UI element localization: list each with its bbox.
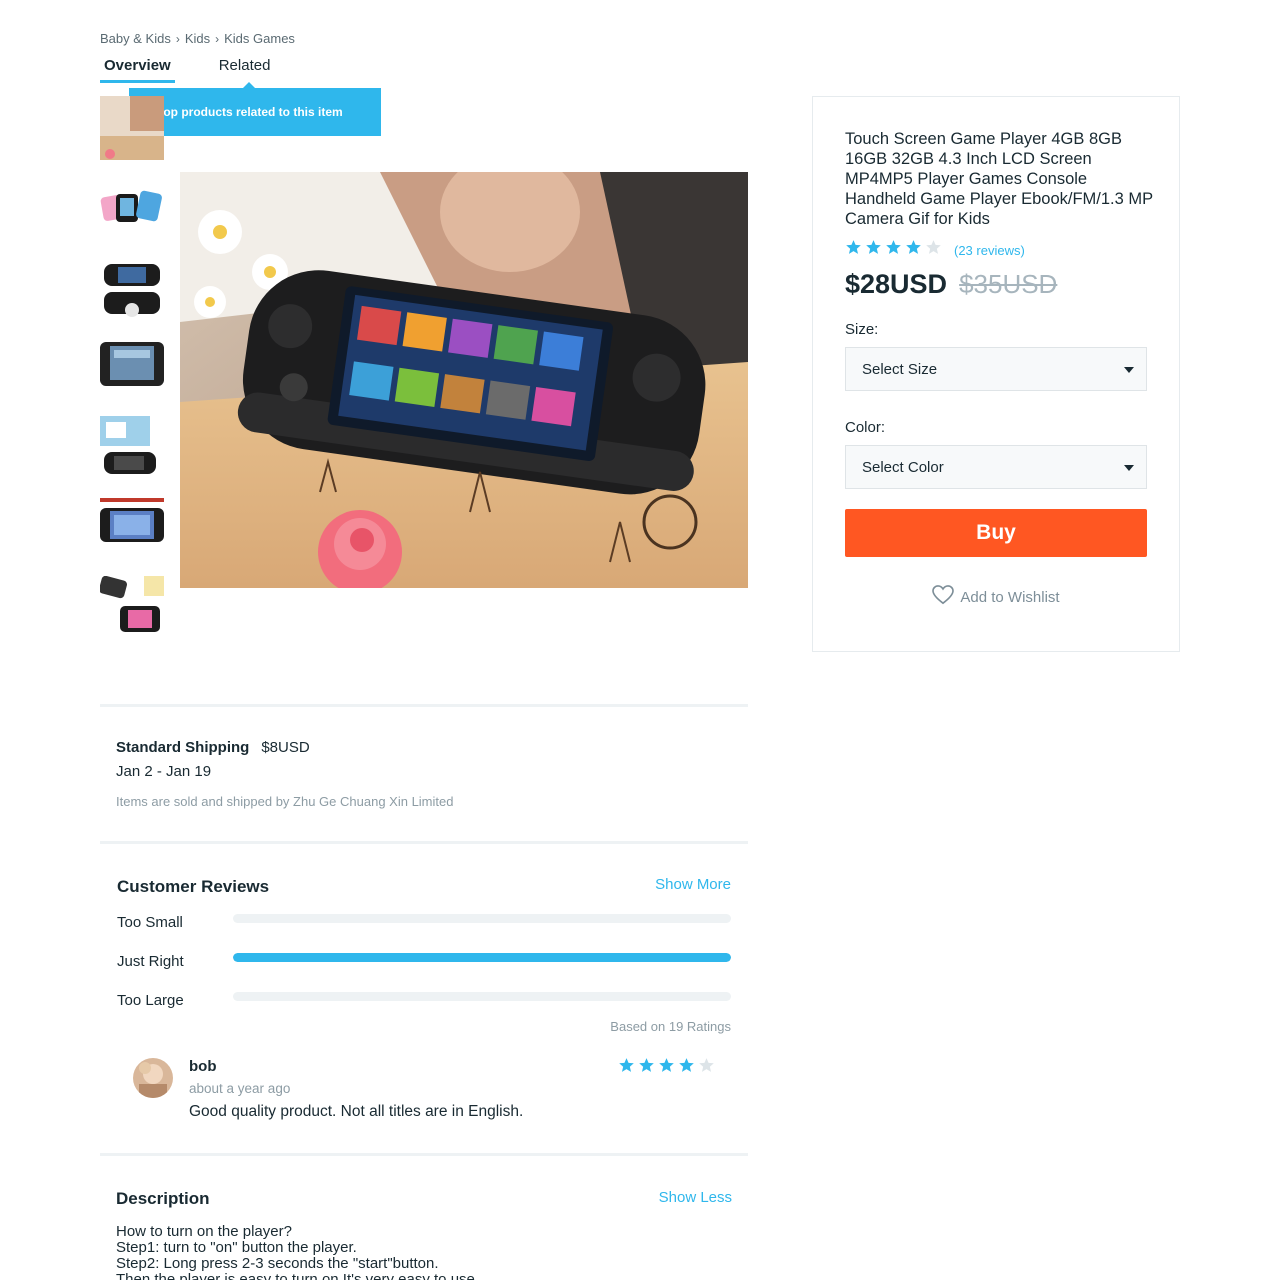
size-select-value: Select Size — [862, 360, 938, 378]
star-empty-icon — [925, 239, 942, 261]
ratings-count: Based on 19 Ratings — [610, 1019, 731, 1034]
description-line: How to turn on the player? — [116, 1223, 292, 1240]
shipping-price: $8USD — [261, 739, 310, 756]
color-select[interactable]: Select Color — [845, 445, 1147, 489]
description-line: Step2: Long press 2-3 seconds the "start… — [116, 1255, 439, 1272]
price-row: $28USD $35USD — [845, 269, 1057, 300]
shipping-title: Standard Shipping $8USD — [116, 739, 310, 756]
star-filled-icon — [638, 1057, 655, 1079]
wishlist-label: Add to Wishlist — [960, 588, 1060, 606]
reviews-link[interactable]: (23 reviews) — [954, 243, 1025, 258]
show-less-link[interactable]: Show Less — [659, 1189, 732, 1206]
star-filled-icon — [845, 239, 862, 261]
avatar — [133, 1058, 173, 1098]
tab-overview[interactable]: Overview — [100, 57, 175, 83]
show-more-link[interactable]: Show More — [655, 876, 731, 893]
review-text: Good quality product. Not all titles are… — [189, 1103, 524, 1120]
thumbnail-6[interactable] — [100, 496, 164, 560]
rating-stars — [845, 239, 942, 261]
related-tooltip: Shop products related to this item — [129, 88, 381, 136]
fit-bar-just-right — [233, 953, 731, 962]
thumbnail-5[interactable] — [100, 416, 164, 480]
divider — [100, 704, 748, 707]
reviews-heading: Customer Reviews — [117, 877, 270, 896]
thumbnail-7[interactable] — [100, 576, 164, 640]
product-card: Touch Screen Game Player 4GB 8GB 16GB 32… — [812, 96, 1180, 652]
color-select-value: Select Color — [862, 458, 944, 476]
review-time: about a year ago — [189, 1081, 291, 1096]
size-select[interactable]: Select Size — [845, 347, 1147, 391]
breadcrumb-baby-kids[interactable]: Baby & Kids — [100, 31, 171, 46]
add-to-wishlist-button[interactable]: Add to Wishlist — [813, 585, 1179, 609]
star-filled-icon — [618, 1057, 635, 1079]
caret-down-icon — [1124, 465, 1134, 471]
product-rating: (23 reviews) — [845, 239, 1025, 261]
product-tabs: Overview Related — [100, 57, 274, 83]
reviewer-name: bob — [189, 1058, 217, 1075]
original-price: $35USD — [959, 269, 1058, 299]
price: $28USD — [845, 269, 948, 299]
breadcrumb-kids-games[interactable]: Kids Games — [224, 31, 295, 46]
fit-label-too-large: Too Large — [117, 992, 184, 1009]
color-label: Color: — [845, 419, 886, 436]
review-rating-stars — [618, 1057, 715, 1079]
main-product-image — [180, 172, 748, 588]
divider — [100, 841, 748, 844]
shipping-dates: Jan 2 - Jan 19 — [116, 763, 212, 780]
tab-related[interactable]: Related — [215, 57, 275, 83]
size-label: Size: — [845, 321, 879, 338]
star-filled-icon — [658, 1057, 675, 1079]
breadcrumb: Baby & Kids › Kids › Kids Games — [100, 31, 295, 46]
product-title: Touch Screen Game Player 4GB 8GB 16GB 32… — [845, 130, 1153, 228]
description-line: Then the player is easy to turn on It's … — [116, 1271, 480, 1280]
shipping-method: Standard Shipping — [116, 739, 250, 756]
description-text: How to turn on the player? Step1: turn t… — [116, 1224, 479, 1280]
breadcrumb-kids[interactable]: Kids — [185, 31, 210, 46]
star-filled-icon — [678, 1057, 695, 1079]
star-filled-icon — [885, 239, 902, 261]
fit-bar-too-large — [233, 992, 731, 1001]
chevron-right-icon: › — [215, 31, 220, 46]
buy-button[interactable]: Buy — [845, 509, 1147, 557]
star-filled-icon — [905, 239, 922, 261]
description-heading: Description — [116, 1189, 210, 1208]
star-filled-icon — [865, 239, 882, 261]
fit-bar-too-small — [233, 914, 731, 923]
fit-label-just-right: Just Right — [117, 953, 184, 970]
heart-icon — [932, 585, 955, 609]
fit-label-too-small: Too Small — [117, 914, 183, 931]
star-empty-icon — [698, 1057, 715, 1079]
chevron-right-icon: › — [175, 31, 180, 46]
thumbnail-3[interactable] — [100, 256, 164, 320]
caret-down-icon — [1124, 367, 1134, 373]
seller-note: Items are sold and shipped by Zhu Ge Chu… — [116, 794, 454, 809]
thumbnail-4[interactable] — [100, 336, 164, 400]
thumbnail-1[interactable] — [100, 96, 164, 160]
description-line: Step1: turn to "on" button the player. — [116, 1239, 357, 1256]
divider — [100, 1153, 748, 1156]
thumbnail-2[interactable] — [100, 176, 164, 240]
fit-bar-fill — [233, 953, 731, 962]
